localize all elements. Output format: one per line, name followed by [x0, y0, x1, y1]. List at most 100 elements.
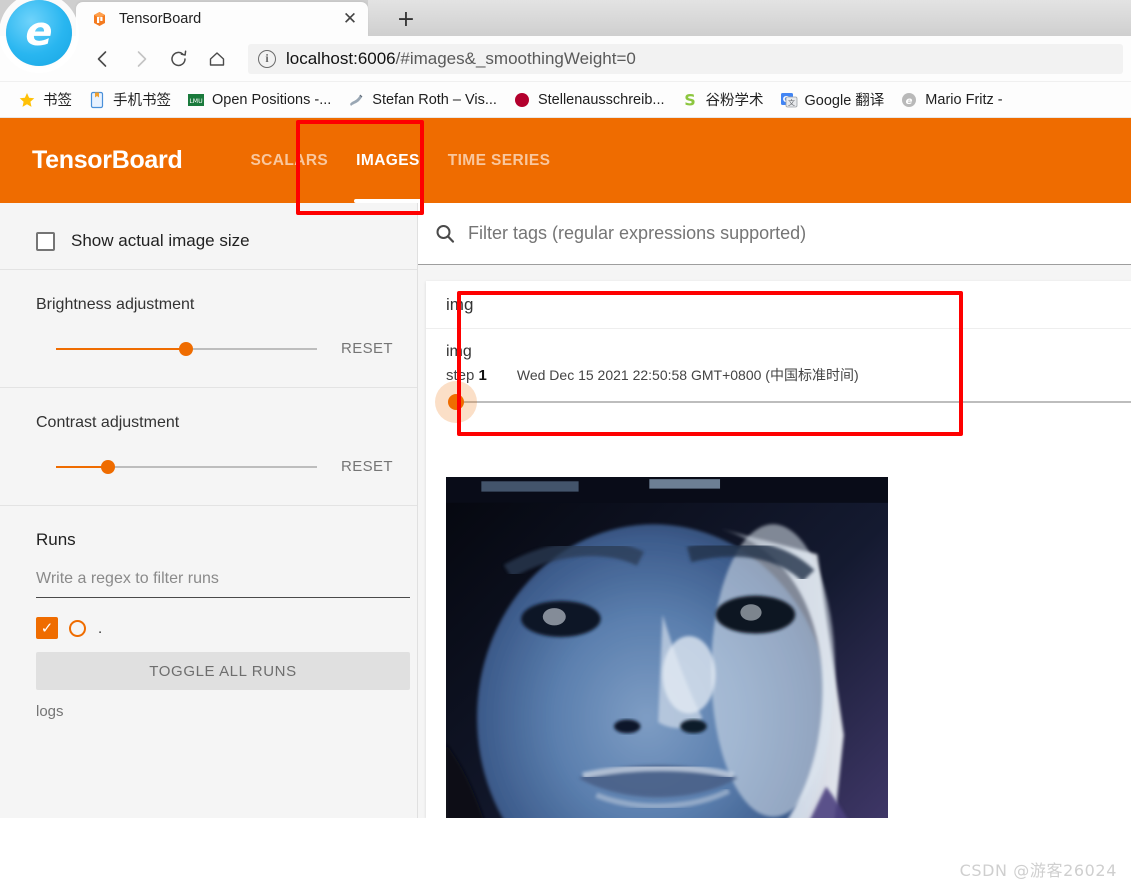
- star-icon: [18, 91, 36, 109]
- tensorboard-header: TensorBoard SCALARS IMAGES TIME SERIES: [0, 118, 1131, 203]
- image-preview-frame[interactable]: [446, 477, 888, 818]
- bookmark-item-open-positions[interactable]: LMU Open Positions -...: [179, 85, 339, 115]
- bookmark-item-stellenausschreibung[interactable]: Stellenausschreib...: [505, 85, 673, 115]
- image-cards-area: img img step 1 Wed Dec 15 2021 22:50:58 …: [418, 265, 1131, 818]
- contrast-slider-row: RESET: [36, 458, 395, 475]
- brightness-slider[interactable]: [56, 341, 317, 356]
- browser-logo-icon: e: [6, 0, 72, 66]
- runs-section: Runs Write a regex to filter runs ✓ . TO…: [0, 506, 417, 736]
- bookmark-item-google-translate[interactable]: G文 Google 翻译: [772, 85, 893, 115]
- search-icon: [434, 223, 456, 245]
- run-list-item[interactable]: ✓ .: [36, 616, 395, 640]
- run-color-circle-icon: [69, 619, 86, 637]
- tab-scalars[interactable]: SCALARS: [236, 118, 342, 203]
- tensorboard-body: Show actual image size Brightness adjust…: [0, 203, 1131, 818]
- toggle-all-runs-button[interactable]: TOGGLE ALL RUNS: [36, 652, 410, 690]
- step-slider[interactable]: [435, 381, 1131, 424]
- brightness-slider-thumb[interactable]: [179, 341, 194, 356]
- address-bar-host: localhost:6006: [286, 48, 396, 68]
- contrast-section: Contrast adjustment RESET: [0, 388, 417, 505]
- bookmark-label: 谷粉学术: [705, 93, 764, 109]
- bookmark-item-mobile[interactable]: 手机书签: [80, 85, 179, 115]
- s-icon: S: [681, 91, 699, 109]
- browser-window: e TensorBoard ✕ + i localhost:6006/#imag…: [0, 0, 1131, 893]
- forward-icon: [126, 44, 156, 74]
- tensorboard-sidebar: Show actual image size Brightness adjust…: [0, 203, 418, 818]
- contrast-slider[interactable]: [56, 459, 317, 474]
- browser-tab-tensorboard[interactable]: TensorBoard ✕: [76, 2, 368, 36]
- browser-toolbar: i localhost:6006/#images&_smoothingWeigh…: [0, 36, 1131, 82]
- browser-tab-title: TensorBoard: [119, 11, 202, 27]
- step-slider-thumb[interactable]: [448, 394, 464, 411]
- logs-label: logs: [36, 703, 64, 720]
- tensorboard-main: Filter tags (regular expressions support…: [418, 203, 1131, 818]
- bookmark-label: 手机书签: [113, 93, 171, 109]
- svg-text:文: 文: [788, 98, 795, 107]
- contrast-reset-button[interactable]: RESET: [341, 458, 395, 475]
- image-card-category-header: img: [426, 281, 1131, 329]
- back-icon[interactable]: [88, 44, 118, 74]
- show-actual-image-size-label: Show actual image size: [71, 231, 250, 250]
- tab-images[interactable]: IMAGES: [342, 118, 434, 203]
- watermark: CSDN @游客26024: [959, 861, 1117, 880]
- bookmark-label: Stellenausschreib...: [537, 91, 665, 108]
- site-info-icon[interactable]: i: [258, 49, 276, 68]
- contrast-slider-thumb[interactable]: [101, 459, 116, 474]
- image-card-body: img step 1 Wed Dec 15 2021 22:50:58 GMT+…: [426, 329, 1131, 424]
- brightness-slider-row: RESET: [36, 340, 395, 357]
- tensorboard-favicon-icon: [90, 10, 109, 29]
- site-icon: [347, 91, 365, 109]
- bookmark-item-shuqian[interactable]: 书签: [10, 85, 80, 115]
- tensorboard-nav: SCALARS IMAGES TIME SERIES: [236, 118, 564, 203]
- address-bar-path: /#images&_smoothingWeight=0: [395, 48, 636, 68]
- brightness-label: Brightness adjustment: [36, 296, 195, 313]
- tab-time-series[interactable]: TIME SERIES: [434, 118, 565, 203]
- run-name-label: .: [98, 619, 103, 637]
- tabstrip-empty-area: [368, 0, 1131, 36]
- tag-filter-input[interactable]: Filter tags (regular expressions support…: [468, 223, 806, 244]
- close-icon[interactable]: ✕: [340, 9, 360, 29]
- contrast-label: Contrast adjustment: [36, 414, 180, 431]
- show-actual-image-size-checkbox[interactable]: [36, 231, 55, 251]
- step-timestamp: Wed Dec 15 2021 22:50:58 GMT+0800 (中国标准时…: [516, 367, 859, 384]
- bookmarks-bar: 书签 手机书签 LMU Open Positions -... Stefan R…: [0, 82, 1131, 118]
- address-bar-url: localhost:6006/#images&_smoothingWeight=…: [286, 49, 636, 69]
- runs-filter-input[interactable]: Write a regex to filter runs: [36, 570, 410, 598]
- image-preview-portrait: [446, 477, 888, 818]
- bookmark-label: Mario Fritz -: [925, 91, 1003, 108]
- bookmark-item-gufen[interactable]: S 谷粉学术: [673, 85, 772, 115]
- svg-text:S: S: [684, 91, 696, 109]
- google-translate-icon: G文: [780, 91, 798, 109]
- show-actual-image-size-row[interactable]: Show actual image size: [36, 221, 395, 251]
- runs-title: Runs: [36, 530, 76, 549]
- browser-logo-glyph: e: [25, 8, 53, 55]
- bookmark-label: Google 翻译: [804, 93, 885, 109]
- tag-filter-bar[interactable]: Filter tags (regular expressions support…: [418, 203, 1131, 265]
- svg-text:e: e: [906, 96, 913, 107]
- image-card-category-label: img: [446, 294, 474, 314]
- image-tag-label: img: [446, 343, 472, 360]
- bookmark-label: Open Positions -...: [212, 91, 332, 108]
- home-icon[interactable]: [202, 44, 232, 74]
- red-dot-icon: [513, 91, 531, 109]
- tensorboard-brand: TensorBoard: [32, 146, 183, 174]
- bookmark-item-mario-fritz[interactable]: e Mario Fritz -: [892, 85, 1010, 115]
- show-actual-size-section: Show actual image size: [0, 203, 417, 269]
- mobile-bookmark-icon: [88, 91, 106, 109]
- e-circle-icon: e: [900, 91, 918, 109]
- address-bar[interactable]: i localhost:6006/#images&_smoothingWeigh…: [248, 43, 1123, 74]
- step-row: step 1 Wed Dec 15 2021 22:50:58 GMT+0800…: [446, 365, 1131, 385]
- step-value: 1: [478, 367, 487, 385]
- brightness-reset-button[interactable]: RESET: [341, 340, 395, 357]
- bookmark-label: 书签: [43, 93, 72, 109]
- svg-text:LMU: LMU: [189, 97, 202, 104]
- new-tab-button[interactable]: +: [386, 4, 426, 34]
- brightness-slider-fill: [56, 347, 187, 350]
- lmu-icon: LMU: [187, 91, 205, 109]
- brightness-section: Brightness adjustment RESET: [0, 270, 417, 387]
- image-card: img img step 1 Wed Dec 15 2021 22:50:58 …: [426, 281, 1131, 818]
- bookmark-item-stefan-roth[interactable]: Stefan Roth – Vis...: [339, 85, 505, 115]
- browser-tabstrip: e TensorBoard ✕ +: [0, 0, 1131, 66]
- run-checkbox[interactable]: ✓: [36, 617, 58, 639]
- reload-icon[interactable]: [164, 44, 194, 74]
